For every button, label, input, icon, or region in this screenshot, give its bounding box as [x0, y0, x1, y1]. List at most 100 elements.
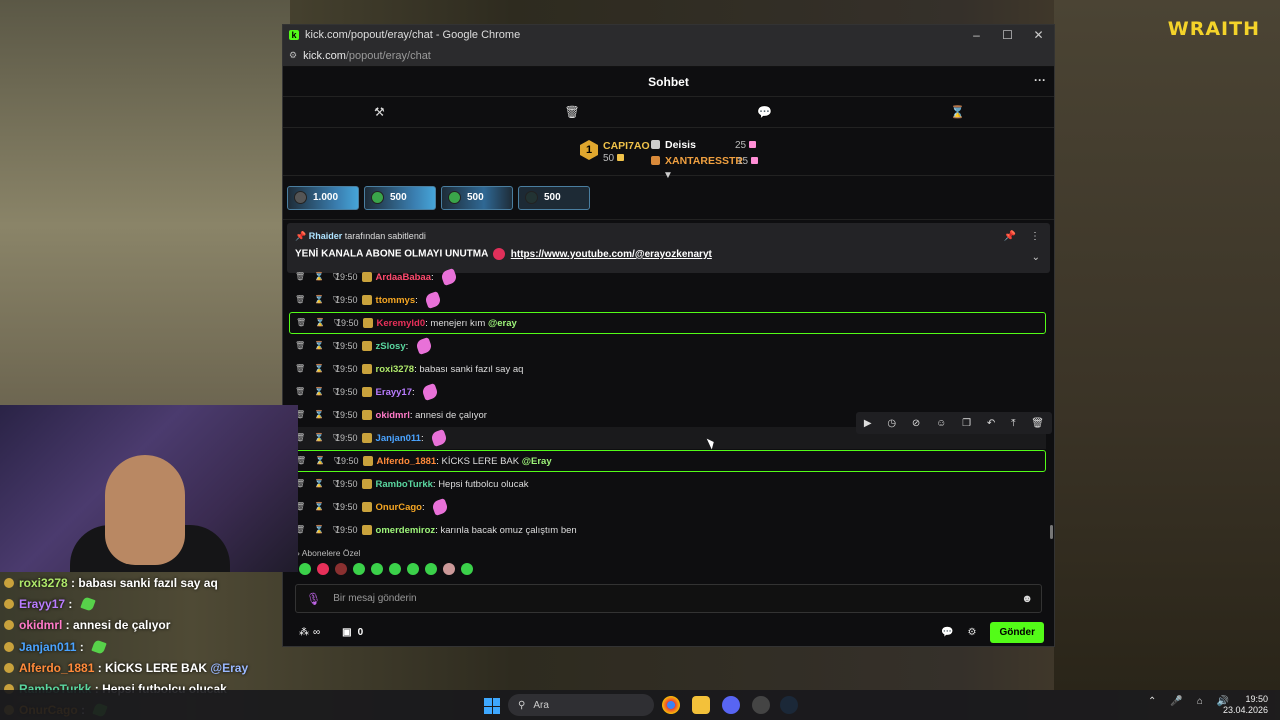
message-username[interactable]: Janjan011	[376, 433, 421, 444]
mic-icon[interactable]: 🎙	[306, 592, 321, 606]
delete-icon[interactable]: 🗑	[1031, 418, 1044, 429]
app-icon[interactable]	[752, 696, 770, 714]
hourglass-icon[interactable]: ⌛	[861, 97, 1054, 127]
file-explorer-icon[interactable]	[692, 696, 710, 714]
delete-message-icon[interactable]: 🗑	[295, 272, 305, 282]
emote-9-icon[interactable]	[443, 563, 455, 575]
timeout-icon[interactable]: ⌛	[314, 502, 324, 512]
message-username[interactable]: zSlosy	[376, 341, 406, 352]
gift-goal-1[interactable]: 1.000	[287, 185, 359, 210]
site-settings-icon[interactable]: ⚙	[289, 50, 297, 61]
chat-message[interactable]: 🗑 ⌛ ⛉ 19:50 ttommys:	[289, 289, 1046, 311]
emote-6-icon[interactable]	[389, 563, 401, 575]
message-username[interactable]: Alferdo_1881	[377, 456, 437, 467]
timeout-icon[interactable]: ⌛	[314, 364, 324, 374]
pinned-link[interactable]: https://www.youtube.com/@erayozkenaryt	[511, 249, 712, 260]
chat-message[interactable]: 🗑 ⌛ ⛉ 19:50 Keremyld0: menejerı kım @eray	[289, 312, 1046, 334]
message-username[interactable]: RamboTurkk	[376, 479, 433, 490]
title-bar[interactable]: k kick.com/popout/eray/chat - Google Chr…	[283, 25, 1054, 45]
mute-icon[interactable]: ⊘	[912, 418, 920, 429]
gift-goal-3[interactable]: 500	[441, 185, 513, 210]
message-username[interactable]: okidmrl	[376, 410, 410, 421]
play-icon[interactable]: ▶	[864, 418, 872, 429]
leader-1-name[interactable]: CAPI7AO	[603, 140, 650, 152]
chrome-icon[interactable]	[662, 696, 680, 714]
chevron-up-icon[interactable]: ⌃	[1148, 696, 1156, 707]
gift-count[interactable]: ▣ 0	[342, 627, 363, 638]
emote-icon[interactable]: ☺	[936, 418, 946, 429]
scrollbar[interactable]	[1050, 525, 1053, 539]
delete-message-icon[interactable]: 🗑	[295, 341, 305, 351]
taskbar-search[interactable]: ⚲ Ara	[508, 694, 654, 716]
close-button[interactable]: ✕	[1023, 28, 1054, 42]
sub-only-label[interactable]: › Abonelere Özel	[297, 548, 360, 558]
gear-icon[interactable]: ⚙	[967, 627, 976, 638]
timeout-icon[interactable]: ⌛	[314, 525, 324, 535]
delete-message-icon[interactable]: 🗑	[295, 364, 305, 374]
emote-5-icon[interactable]	[371, 563, 383, 575]
leader-2-name[interactable]: Deisis	[665, 139, 696, 151]
emote-10-icon[interactable]	[461, 563, 473, 575]
delete-message-icon[interactable]: 🗑	[295, 295, 305, 305]
emote-7-icon[interactable]	[407, 563, 419, 575]
undo-icon[interactable]: ↶	[987, 418, 995, 429]
delete-message-icon[interactable]: 🗑	[296, 318, 306, 328]
message-username[interactable]: omerdemiroz	[376, 525, 436, 536]
trash-icon[interactable]: 🗑	[476, 97, 669, 127]
chat-input[interactable]: 🎙 Bir mesaj gönderin ☻	[295, 584, 1042, 613]
emote-1-icon[interactable]	[299, 563, 311, 575]
pin-more-icon[interactable]: ⋮	[1030, 231, 1040, 242]
microphone-icon[interactable]: 🎤	[1170, 696, 1182, 707]
timeout-icon[interactable]: ⌛	[314, 341, 324, 351]
emoji-picker-icon[interactable]: ☻	[1021, 593, 1033, 605]
message-username[interactable]: ttommys	[376, 295, 416, 306]
chat-settings-bubble-icon[interactable]: 💬	[941, 627, 953, 638]
pin-icon[interactable]: ⤒	[1011, 418, 1015, 429]
steam-icon[interactable]	[780, 696, 798, 714]
send-button[interactable]: Gönder	[990, 621, 1044, 643]
chat-message[interactable]: 🗑 ⌛ ⛉ 19:50 Alferdo_1881: KİCKS LERE BAK @Er…	[289, 450, 1046, 472]
chat-message[interactable]: 🗑 ⌛ ⛉ 19:50 zSlosy:	[289, 335, 1046, 357]
maximize-button[interactable]: ☐	[992, 28, 1023, 42]
delete-message-icon[interactable]: 🗑	[295, 387, 305, 397]
address-bar[interactable]: ⚙ kick.com/popout/eray/chat	[283, 45, 1054, 67]
points-balance[interactable]: ⁂ ∞	[299, 627, 320, 638]
timeout-icon[interactable]: ⌛	[314, 387, 324, 397]
chat-message[interactable]: 🗑 ⌛ ⛉ 19:50 OnurCago:	[289, 496, 1046, 518]
chat-message[interactable]: 🗑 ⌛ ⛉ 19:50 RamboTurkk: Hepsi futbolcu oluca…	[289, 473, 1046, 495]
discord-icon[interactable]	[722, 696, 740, 714]
timeout-icon[interactable]: ⌛	[314, 479, 324, 489]
unpin-icon[interactable]: 📌	[1004, 231, 1016, 242]
chevron-down-icon[interactable]: ⌄	[1032, 252, 1040, 263]
timeout-icon[interactable]: ⌛	[314, 410, 324, 420]
chat-message[interactable]: 🗑 ⌛ ⛉ 19:50 ArdaaBabaa:	[289, 266, 1046, 288]
emote-8-icon[interactable]	[425, 563, 437, 575]
message-username[interactable]: Erayy17	[376, 387, 412, 398]
leader-3-name[interactable]: XANTARESSTR	[665, 155, 743, 167]
message-username[interactable]: Keremyld0	[377, 318, 426, 329]
windows-start-icon[interactable]	[484, 698, 500, 714]
network-icon[interactable]: ⌂	[1197, 696, 1203, 707]
emote-4-icon[interactable]	[353, 563, 365, 575]
message-mention[interactable]: @Eray	[522, 456, 552, 467]
taskbar-clock[interactable]: 19:50 23.04.2026	[1223, 694, 1268, 716]
message-username[interactable]: ArdaaBabaa	[376, 272, 431, 283]
gift-goal-4[interactable]: 500	[518, 185, 590, 210]
timeout-icon[interactable]: ⌛	[315, 456, 325, 466]
message-username[interactable]: roxi3278	[376, 364, 415, 375]
gift-goal-2[interactable]: 500	[364, 185, 436, 210]
copy-icon[interactable]: ❐	[962, 418, 971, 429]
timeout-icon[interactable]: ⌛	[315, 318, 325, 328]
timeout-icon[interactable]: ⌛	[314, 272, 324, 282]
minimize-button[interactable]: –	[961, 28, 992, 42]
timeout-icon[interactable]: ⌛	[314, 295, 324, 305]
chat-message[interactable]: 🗑 ⌛ ⛉ 19:50 omerdemiroz: karınla bacak omuz …	[289, 519, 1046, 541]
more-options-icon[interactable]: ···	[1034, 73, 1046, 87]
message-mention[interactable]: @eray	[488, 318, 517, 329]
chat-icon[interactable]: 💬	[669, 97, 862, 127]
chat-message[interactable]: 🗑 ⌛ ⛉ 19:50 Erayy17:	[289, 381, 1046, 403]
clock-icon[interactable]: ◷	[887, 418, 896, 429]
message-username[interactable]: OnurCago	[376, 502, 422, 513]
chat-message[interactable]: 🗑 ⌛ ⛉ 19:50 roxi3278: babası sanki fazıl say…	[289, 358, 1046, 380]
emote-3-icon[interactable]	[335, 563, 347, 575]
